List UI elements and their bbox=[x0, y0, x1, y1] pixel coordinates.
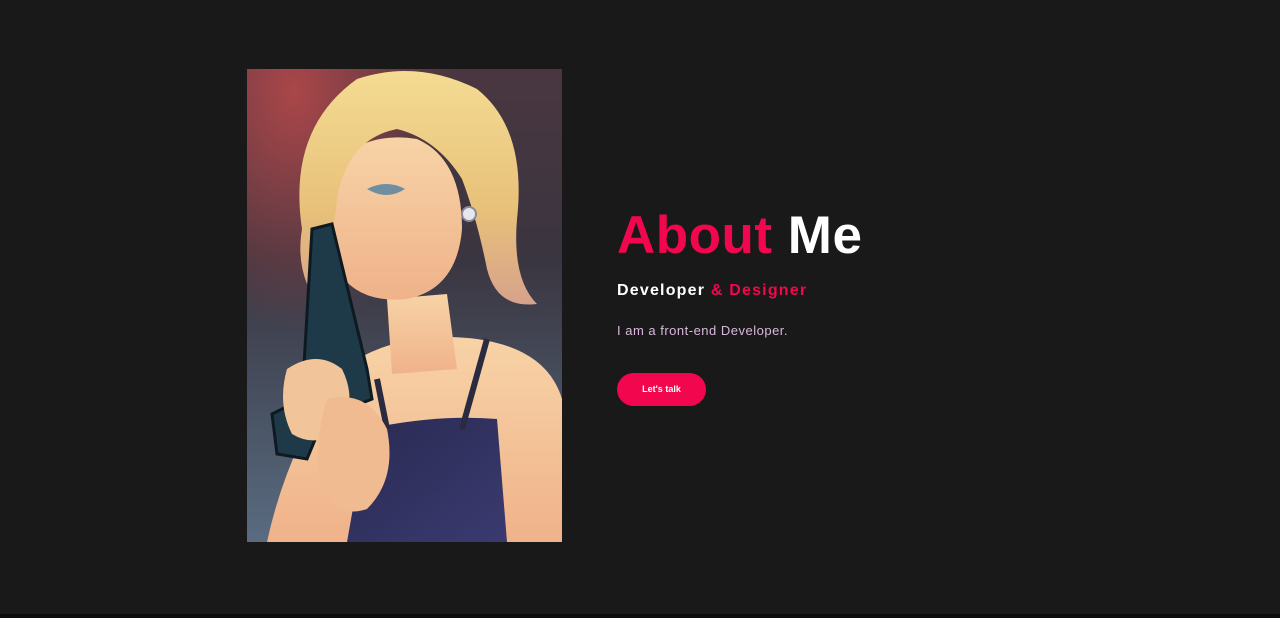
page-bottom-edge bbox=[0, 614, 1280, 618]
page-title: About Me bbox=[617, 206, 862, 266]
role-subtitle: Developer & Designer bbox=[617, 282, 862, 300]
role-primary: Developer bbox=[617, 282, 706, 299]
lets-talk-button[interactable]: Let's talk bbox=[617, 373, 706, 406]
bio-text: I am a front-end Developer. bbox=[617, 323, 789, 338]
about-page: About Me Developer & Designer I am a fro… bbox=[0, 0, 1280, 618]
title-word: Me bbox=[787, 206, 863, 265]
role-secondary: & Designer bbox=[710, 282, 808, 299]
title-accent-word: About bbox=[617, 206, 773, 265]
profile-portrait-image bbox=[247, 69, 562, 542]
about-content: About Me Developer & Designer I am a fro… bbox=[617, 206, 862, 406]
